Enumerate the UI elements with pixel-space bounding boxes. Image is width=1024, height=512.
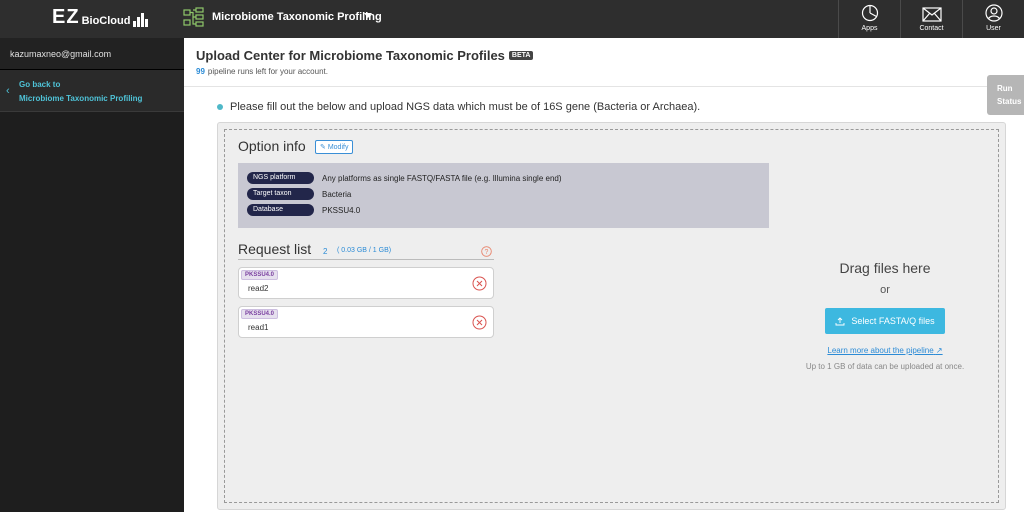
account-email: kazumaxneo@gmail.com (0, 38, 184, 70)
request-list-title: Request list (238, 241, 312, 257)
svg-text:?: ? (485, 249, 489, 256)
pie-chart-icon (861, 4, 878, 22)
page-title: Upload Center for Microbiome Taxonomic P… (196, 48, 534, 63)
request-item: PKSSU4.0 read2 (238, 267, 494, 299)
option-key: Database (247, 204, 314, 216)
modify-label: Modify (327, 144, 349, 151)
logo-subtext: BioCloud (81, 15, 131, 27)
modify-button[interactable]: ✎ Modify (315, 140, 354, 154)
request-file-name: read1 (248, 323, 269, 332)
logo-text: EZ (52, 6, 80, 28)
option-value: Bacteria (322, 189, 352, 199)
instruction-text: Please fill out the below and upload NGS… (230, 101, 701, 113)
nav-user[interactable]: User (962, 0, 1024, 38)
remove-circle-icon[interactable] (472, 315, 487, 330)
run-status-line1: Run (997, 84, 1013, 93)
request-list-underline (238, 259, 494, 260)
runs-count: 99 (196, 67, 205, 76)
page-title-text: Upload Center for Microbiome Taxonomic P… (196, 48, 505, 63)
request-size: ( 0.03 GB / 1 GB) (337, 247, 392, 254)
database-tag: PKSSU4.0 (241, 309, 279, 319)
nav-contact-label: Contact (919, 25, 944, 32)
go-back-target: Microbiome Taxonomic Profiling (19, 94, 143, 103)
runs-left-text: 99 pipeline runs left for your account. (196, 67, 328, 76)
main-content: Upload Center for Microbiome Taxonomic P… (184, 38, 1024, 512)
upload-icon (835, 316, 845, 325)
option-key: Target taxon (247, 188, 314, 200)
learn-more-label: Learn more about the pipeline (827, 346, 934, 355)
nav-user-label: User (986, 25, 1001, 32)
upload-limit-note: Up to 1 GB of data can be uploaded at on… (805, 362, 965, 371)
pencil-icon: ✎ (320, 144, 326, 151)
request-file-name: read2 (248, 284, 269, 293)
option-key: NGS platform (247, 172, 314, 184)
option-info-title: Option info (238, 138, 306, 154)
sidebar: kazumaxneo@gmail.com ‹ Go back to Microb… (0, 38, 184, 512)
user-icon (984, 4, 1003, 22)
learn-more-link[interactable]: Learn more about the pipeline ↗ (785, 346, 985, 355)
pipeline-app-icon (183, 7, 204, 27)
option-row: Database PKSSU4.0 (247, 202, 769, 218)
run-status-line2: Status (997, 97, 1022, 106)
app-title[interactable]: Microbiome Taxonomic Profiling (212, 11, 382, 23)
nav-apps-label: Apps (861, 25, 878, 32)
nav-apps[interactable]: Apps (838, 0, 900, 38)
database-tag: PKSSU4.0 (241, 270, 279, 280)
runs-label: pipeline runs left for your account. (207, 67, 328, 76)
select-files-button[interactable]: Select FASTA/Q files (825, 308, 945, 334)
help-icon[interactable]: ? (481, 246, 492, 257)
drag-or-text: or (880, 284, 890, 296)
nav-contact[interactable]: Contact (900, 0, 962, 38)
option-row: Target taxon Bacteria (247, 186, 769, 202)
top-nav: Apps Contact User (838, 0, 1024, 38)
request-item: PKSSU4.0 read1 (238, 306, 494, 338)
drop-area: Drag files here or Select FASTA/Q files … (785, 260, 985, 371)
envelope-icon (921, 7, 942, 22)
external-link-icon: ↗ (935, 346, 943, 355)
go-back-label: Go back to (19, 80, 61, 89)
drag-files-title: Drag files here (839, 260, 931, 276)
instruction: Please fill out the below and upload NGS… (217, 101, 700, 113)
beta-badge: BETA (508, 51, 534, 60)
ezbiocloud-logo[interactable]: EZ BioCloud (52, 7, 149, 27)
header-divider (184, 86, 1024, 87)
top-bar: EZ BioCloud Microbiome Taxonomic Profili… (0, 0, 1024, 38)
upload-dropzone-border[interactable]: Option info ✎ Modify NGS platform Any pl… (224, 129, 999, 503)
go-back-link[interactable]: ‹ Go back to Microbiome Taxonomic Profil… (0, 70, 184, 112)
bullet-icon (217, 104, 223, 110)
option-info-box: NGS platform Any platforms as single FAS… (238, 163, 769, 228)
chevron-left-icon: ‹ (6, 85, 10, 97)
option-value: PKSSU4.0 (322, 205, 361, 215)
chevron-down-icon[interactable] (364, 13, 372, 18)
request-count: 2 (323, 247, 328, 256)
run-status-button[interactable]: Run Status (987, 75, 1024, 115)
remove-circle-icon[interactable] (472, 276, 487, 291)
upload-panel: Option info ✎ Modify NGS platform Any pl… (217, 122, 1006, 510)
logo-bars-icon (133, 11, 149, 27)
option-row: NGS platform Any platforms as single FAS… (247, 170, 769, 186)
select-files-label: Select FASTA/Q files (851, 316, 935, 326)
option-value: Any platforms as single FASTQ/FASTA file… (322, 173, 562, 183)
